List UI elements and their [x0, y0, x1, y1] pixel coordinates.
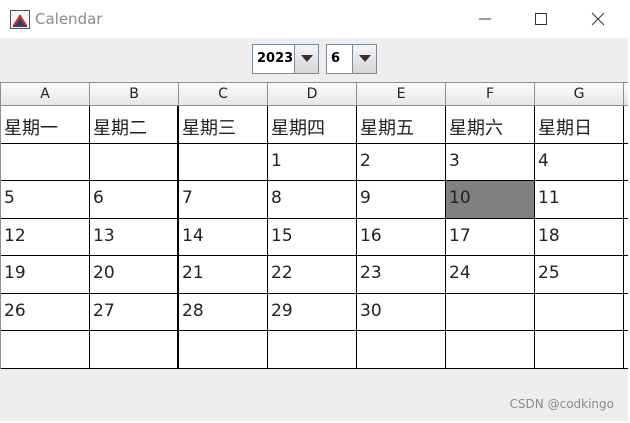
day-cell[interactable]	[1, 331, 90, 368]
month-dropdown-button[interactable]	[352, 45, 376, 73]
close-button[interactable]	[575, 0, 621, 38]
weekday-row: 星期一 星期二 星期三 星期四 星期五 星期六 星期日	[1, 106, 628, 144]
day-cell[interactable]: 16	[357, 218, 446, 255]
table-row	[1, 331, 628, 369]
weekday-cell[interactable]: 星期二	[90, 106, 179, 143]
day-cell[interactable]: 15	[268, 218, 357, 255]
day-cell[interactable]: 17	[446, 218, 535, 255]
day-cell[interactable]	[90, 331, 179, 368]
day-cell[interactable]	[535, 331, 624, 368]
day-cell[interactable]: 5	[1, 181, 90, 218]
year-value: 2023	[257, 51, 294, 66]
day-cell[interactable]: 26	[1, 293, 90, 330]
day-cell[interactable]	[90, 143, 179, 180]
day-cell[interactable]: 2	[357, 143, 446, 180]
day-rows: 1 2 3 4 5 6 7 8 9 10 11 12 13 14 15 16 17 18 19 20 21 22 23 24 2…	[1, 143, 628, 369]
day-cell[interactable]: 25	[535, 256, 624, 293]
calendar-table: ABCDEFG 星期一 星期二 星期三 星期四 星期五 星期六 星期日 1234567891…	[0, 82, 628, 369]
table-row: 26 27 28 29 30	[1, 293, 628, 331]
day-cell[interactable]: 12	[1, 218, 90, 255]
chevron-down-icon	[301, 55, 313, 62]
selected-day-cell[interactable]: 10	[446, 181, 535, 218]
month-combobox[interactable]: 6	[326, 44, 377, 74]
window-title: Calendar	[35, 10, 103, 28]
java-app-icon	[10, 10, 30, 29]
chevron-down-icon	[359, 55, 371, 62]
weekday-cell[interactable]: 星期一	[1, 106, 90, 143]
day-cell[interactable]: 24	[446, 256, 535, 293]
year-dropdown-button[interactable]	[294, 45, 318, 73]
weekday-cell[interactable]: 星期四	[268, 106, 357, 143]
client-area: 2023 6 ABCDEFG 星期一 星期二 星期三 星期四 星期五 星期六 星期日 123…	[0, 38, 628, 421]
day-cell[interactable]	[357, 331, 446, 368]
day-cell[interactable]: 27	[90, 293, 179, 330]
day-cell[interactable]: 4	[535, 143, 624, 180]
table-row: 5 6 7 8 9 10 11	[1, 181, 628, 219]
table-row: 1234	[1, 143, 628, 181]
column-header[interactable]: A	[1, 83, 90, 105]
day-cell[interactable]: 28	[179, 293, 268, 330]
day-cell[interactable]: 3	[446, 143, 535, 180]
day-cell[interactable]: 6	[90, 181, 179, 218]
day-cell[interactable]	[446, 293, 535, 330]
day-cell[interactable]	[535, 293, 624, 330]
day-cell[interactable]: 14	[179, 218, 268, 255]
day-cell[interactable]	[179, 331, 268, 368]
minimize-button[interactable]	[462, 0, 508, 38]
weekday-cell[interactable]: 星期六	[446, 106, 535, 143]
column-header[interactable]: E	[357, 83, 446, 105]
column-header[interactable]: G	[535, 83, 624, 105]
day-cell[interactable]: 29	[268, 293, 357, 330]
day-cell[interactable]: 18	[535, 218, 624, 255]
maximize-button[interactable]	[518, 0, 564, 38]
day-cell[interactable]: 21	[179, 256, 268, 293]
day-cell[interactable]	[1, 143, 90, 180]
day-cell[interactable]	[268, 331, 357, 368]
day-cell[interactable]: 20	[90, 256, 179, 293]
weekday-cell[interactable]: 星期日	[535, 106, 624, 143]
day-cell[interactable]: 13	[90, 218, 179, 255]
weekday-cell[interactable]: 星期五	[357, 106, 446, 143]
weekday-cell[interactable]: 星期三	[179, 106, 268, 143]
column-header[interactable]: B	[90, 83, 179, 105]
day-cell[interactable]: 8	[268, 181, 357, 218]
title-bar: Calendar	[0, 0, 630, 38]
watermark: CSDN @codkingo	[509, 397, 614, 411]
day-cell[interactable]: 9	[357, 181, 446, 218]
table-row: 19 20 21 22 23 24 25	[1, 256, 628, 294]
day-cell[interactable]	[179, 143, 268, 180]
month-value: 6	[331, 51, 341, 66]
day-cell[interactable]: 19	[1, 256, 90, 293]
maximize-icon	[535, 13, 547, 25]
close-icon	[591, 12, 605, 26]
table-row: 12 13 14 15 16 17 18	[1, 218, 628, 256]
day-cell[interactable]: 11	[535, 181, 624, 218]
table-header: ABCDEFG	[1, 82, 628, 106]
year-combobox[interactable]: 2023	[252, 44, 319, 74]
day-cell[interactable]: 30	[357, 293, 446, 330]
column-header[interactable]: F	[446, 83, 535, 105]
day-cell[interactable]	[446, 331, 535, 368]
minimize-icon	[479, 18, 491, 20]
day-cell[interactable]: 22	[268, 256, 357, 293]
column-header[interactable]: D	[268, 83, 357, 105]
day-cell[interactable]: 7	[179, 181, 268, 218]
day-cell[interactable]: 23	[357, 256, 446, 293]
day-cell[interactable]: 1	[268, 143, 357, 180]
column-header[interactable]: C	[179, 83, 268, 105]
